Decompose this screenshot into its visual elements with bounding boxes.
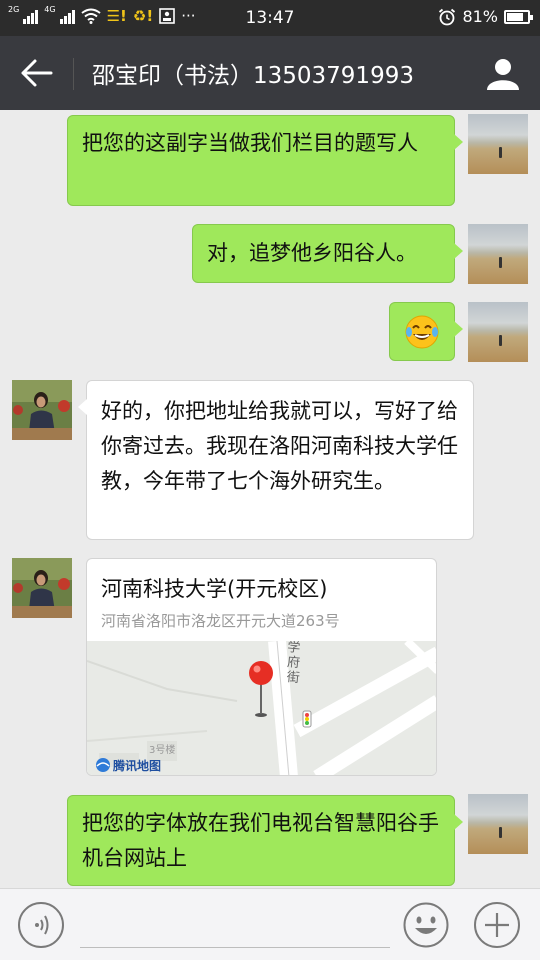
status-bar: 2G 4G ☰! ♻! ··· 13:47 81% [0, 0, 540, 36]
contact-photo [12, 380, 72, 440]
map-building-label: 3号楼 [149, 743, 175, 756]
header-divider [73, 58, 74, 90]
contact-avatar[interactable] [12, 380, 72, 440]
message-bubble-outgoing[interactable] [389, 302, 463, 361]
message-list[interactable]: 把您的这副字当做我们栏目的题写人 对，追梦他乡阳谷人。 好的，你把地址给我就可以… [0, 110, 540, 888]
contact-photo [12, 558, 72, 618]
message-bubble-outgoing[interactable]: 把您的字体放在我们电视台智慧阳谷手机台网站上 [67, 795, 463, 886]
status-icons-right: 81% [438, 7, 533, 26]
message-text: 好的，你把地址给我就可以，写好了给你寄过去。我现在洛阳河南科技大学任教，今年带了… [101, 399, 458, 493]
my-avatar[interactable] [468, 224, 528, 284]
voice-input-button[interactable] [18, 902, 64, 948]
location-name: 河南科技大学(开元校区) [101, 577, 328, 601]
voice-icon [35, 915, 49, 935]
input-bar [0, 888, 540, 960]
plus-icon [485, 913, 509, 937]
location-map: 学府街 3号楼 腾讯地图 [87, 641, 436, 775]
contact-avatar[interactable] [12, 558, 72, 618]
battery-icon [504, 9, 533, 24]
message-bubble-outgoing[interactable]: 对，追梦他乡阳谷人。 [192, 224, 463, 283]
message-bubble-outgoing[interactable]: 把您的这副字当做我们栏目的题写人 [67, 115, 463, 206]
emoji-button-icon[interactable] [403, 902, 449, 948]
chat-header: 邵宝印（书法）13503791993 [0, 36, 540, 110]
location-address: 河南省洛阳市洛龙区开元大道263号 [101, 612, 340, 630]
message-text: 把您的这副字当做我们栏目的题写人 [82, 131, 418, 155]
message-bubble-incoming[interactable]: 好的，你把地址给我就可以，写好了给你寄过去。我现在洛阳河南科技大学任教，今年带了… [78, 380, 474, 540]
back-arrow-icon[interactable] [20, 58, 54, 88]
contact-profile-icon[interactable] [486, 56, 520, 90]
message-text: 对，追梦他乡阳谷人。 [207, 241, 417, 265]
map-brand-label: 腾讯地图 [112, 758, 161, 773]
battery-percent: 81% [462, 7, 498, 26]
chat-title: 邵宝印（书法）13503791993 [92, 63, 414, 89]
message-input[interactable] [80, 947, 390, 948]
my-avatar[interactable] [468, 114, 528, 174]
my-avatar[interactable] [468, 794, 528, 854]
message-text: 把您的字体放在我们电视台智慧阳谷手机台网站上 [82, 811, 439, 870]
alarm-icon [439, 8, 456, 25]
laughing-tears-emoji-icon [405, 315, 439, 349]
more-options-button[interactable] [474, 902, 520, 948]
my-avatar[interactable] [468, 302, 528, 362]
location-card[interactable]: 河南科技大学(开元校区) 河南省洛阳市洛龙区开元大道263号 学府街 3号楼 腾… [86, 558, 437, 776]
